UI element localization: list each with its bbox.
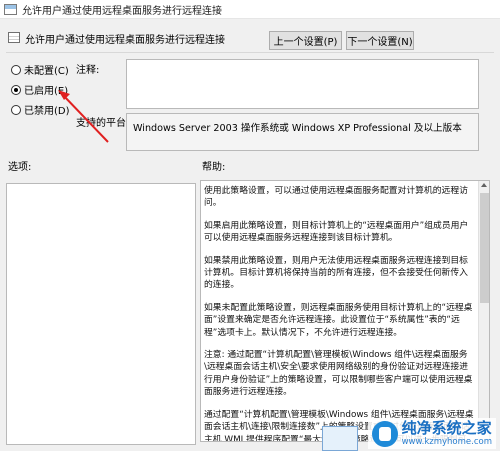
radio-circle-checked[interactable] <box>11 84 21 95</box>
scroll-up-icon[interactable] <box>481 183 487 187</box>
comment-label: 注释: <box>76 65 100 76</box>
comment-textarea[interactable] <box>126 59 479 109</box>
policy-name: 允许用户通过使用远程桌面服务进行远程连接 <box>25 35 225 46</box>
radio-not-configured[interactable]: 未配置(C) <box>11 62 69 77</box>
watermark-logo-icon <box>371 420 398 447</box>
window-title: 允许用户通过使用远程桌面服务进行远程连接 <box>22 5 222 17</box>
header-divider <box>6 52 494 53</box>
radio-circle[interactable] <box>11 104 21 115</box>
next-setting-button[interactable]: 下一个设置(N) <box>346 31 414 50</box>
title-bar: 允许用户通过使用远程桌面服务进行远程连接 <box>0 0 500 19</box>
supported-platforms-value: Windows Server 2003 操作系统或 Windows XP Pro… <box>126 113 479 151</box>
scroll-thumb[interactable] <box>480 193 489 303</box>
radio-label: 未配置(C) <box>24 66 69 77</box>
help-paragraph: 如果未配置此策略设置，则远程桌面服务使用目标计算机上的“远程桌面”设置来确定是否… <box>204 302 473 338</box>
help-paragraph: 注意: 通过配置“计算机配置\管理模板\Windows 组件\远程桌面服务\远程… <box>204 350 473 398</box>
help-paragraph: 如果禁用此策略设置，则用户无法使用远程桌面服务远程连接到目标计算机。目标计算机将… <box>204 255 468 291</box>
help-paragraph: 如果启用此策略设置，则目标计算机上的“远程桌面用户”组成员用户可以使用远程桌面服… <box>204 220 469 244</box>
watermark-url: www.kzmyhome.com <box>401 437 492 447</box>
options-panel <box>6 183 196 445</box>
radio-label: 已启用(E) <box>24 86 69 97</box>
policy-icon <box>8 32 20 43</box>
radio-enabled[interactable]: 已启用(E) <box>11 82 68 97</box>
help-label: 帮助: <box>202 162 226 173</box>
watermark-title: 纯净系统之家 <box>401 419 492 437</box>
window-icon <box>4 3 17 15</box>
help-scrollbar[interactable] <box>478 181 489 441</box>
supported-platforms-label: 支持的平台: <box>76 118 130 129</box>
watermark-text: 纯净系统之家 www.kzmyhome.com <box>401 419 492 448</box>
radio-disabled[interactable]: 已禁用(D) <box>11 102 70 117</box>
dialog-button-partial[interactable] <box>322 426 358 451</box>
radio-circle[interactable] <box>11 64 21 75</box>
watermark: 纯净系统之家 www.kzmyhome.com <box>367 418 496 449</box>
help-panel: 使用此策略设置，可以通过使用远程桌面服务配置对计算机的远程访问。 如果启用此策略… <box>200 180 490 442</box>
policy-header: 允许用户通过使用远程桌面服务进行远程连接 <box>0 27 500 49</box>
previous-setting-button[interactable]: 上一个设置(P) <box>269 31 342 50</box>
options-label: 选项: <box>8 162 32 173</box>
help-paragraph: 使用此策略设置，可以通过使用远程桌面服务配置对计算机的远程访问。 <box>204 186 468 209</box>
radio-label: 已禁用(D) <box>24 106 70 117</box>
